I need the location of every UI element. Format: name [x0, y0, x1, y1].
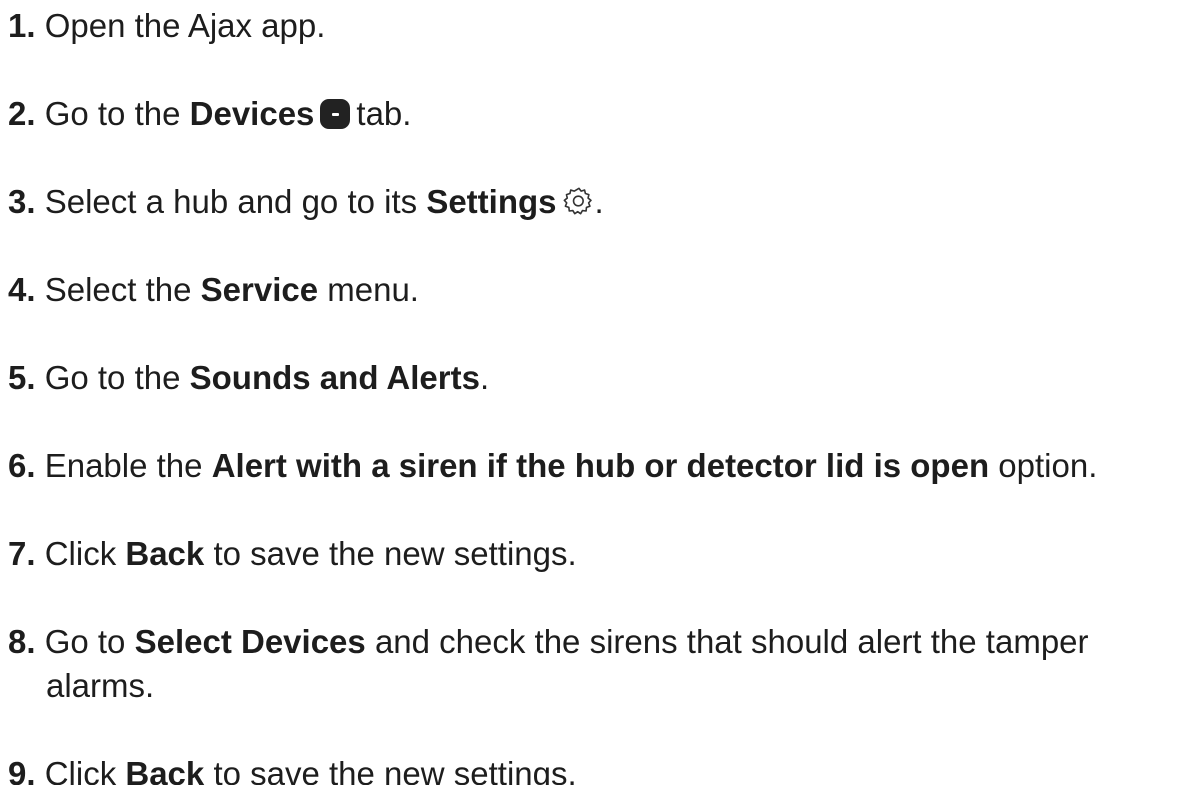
step-number: 3. [8, 183, 36, 220]
step-number: 1. [8, 7, 36, 44]
step-bold-text: Service [200, 271, 319, 308]
step-number: 9. [8, 755, 36, 785]
step-text-after: to save the new settings. [213, 755, 577, 785]
step-bold-text: Devices [189, 95, 315, 132]
step-text: Enable the [44, 447, 203, 484]
step-text: Select the [44, 271, 192, 308]
step-bold-text: Alert with a siren if the hub or detecto… [211, 447, 990, 484]
step-number: 5. [8, 359, 36, 396]
step-text-after: tab. [356, 95, 412, 132]
step-number: 7. [8, 535, 36, 572]
step-bold-text: Sounds and Alerts [189, 359, 480, 396]
step-text-after: . [594, 183, 604, 220]
step-number: 2. [8, 95, 36, 132]
step-1: 1. Open the Ajax app. [8, 4, 325, 48]
step-text-after: and check the sirens that should alert t… [374, 623, 1089, 660]
step-text-after: to save the new settings. [213, 535, 577, 572]
step-number: 4. [8, 271, 36, 308]
step-text-continued: alarms. [46, 667, 155, 704]
step-2: 2. Go to the Devices tab. [8, 92, 411, 136]
step-7: 7. Click Back to save the new settings. [8, 532, 577, 576]
step-5: 5. Go to the Sounds and Alerts. [8, 356, 489, 400]
step-bold-text: Back [125, 755, 205, 785]
step-bold-text: Back [125, 535, 205, 572]
step-text-after: option. [998, 447, 1098, 484]
step-3: 3. Select a hub and go to its Settings . [8, 180, 604, 224]
step-bold-text: Settings [426, 183, 557, 220]
step-text: Open the Ajax app. [44, 7, 326, 44]
step-8: 8. Go to Select Devices and check the si… [8, 620, 1178, 708]
devices-tab-icon [320, 99, 351, 129]
step-number: 8. [8, 623, 36, 660]
step-text-after: . [479, 359, 490, 396]
step-text: Click [44, 755, 117, 785]
step-number: 6. [8, 447, 36, 484]
gear-icon [563, 187, 592, 215]
step-text: Go to the [44, 359, 181, 396]
step-text-after: menu. [327, 271, 419, 308]
step-6: 6. Enable the Alert with a siren if the … [8, 444, 1097, 488]
step-bold-text: Select Devices [134, 623, 366, 660]
step-4: 4. Select the Service menu. [8, 268, 419, 312]
step-text: Go to [44, 623, 126, 660]
step-9: 9. Click Back to save the new settings. [8, 752, 577, 785]
step-text: Click [44, 535, 117, 572]
step-text: Select a hub and go to its [44, 183, 418, 220]
step-text: Go to the [44, 95, 181, 132]
